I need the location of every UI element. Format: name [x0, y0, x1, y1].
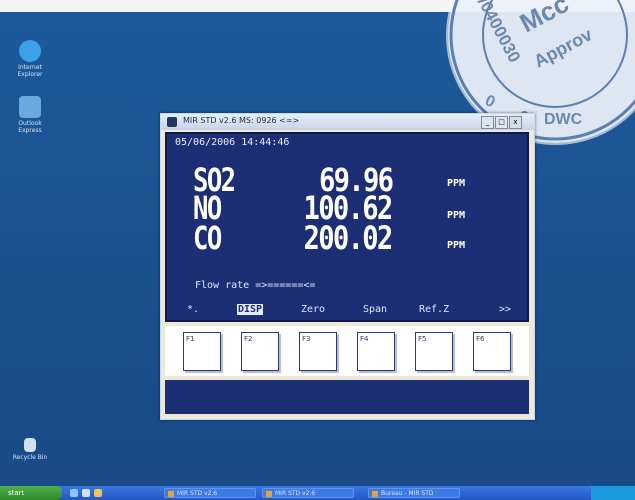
system-tray [591, 486, 635, 500]
taskbar-button-1[interactable]: MIR STD v2.6 [164, 488, 256, 498]
lcd-menu: *. DISP Zero Span Ref.Z >> [187, 304, 517, 318]
status-panel [165, 380, 529, 414]
function-key-bar: F1 F2 F3 F4 F5 F6 [165, 326, 529, 376]
desktop-icon-label: Outlook Express [18, 120, 42, 134]
quicklaunch-ie-icon[interactable] [70, 489, 78, 497]
menu-item-more[interactable]: >> [499, 304, 511, 315]
function-key-label: F4 [360, 335, 369, 343]
internet-explorer-icon [19, 40, 41, 62]
gas-value-co: 200.02 [303, 219, 394, 257]
gas-unit-so2: PPM [447, 178, 466, 189]
menu-item-refz[interactable]: Ref.Z [419, 304, 449, 315]
svg-text:0: 0 [482, 92, 497, 111]
menu-item-star[interactable]: *. [187, 304, 199, 315]
function-key-f4[interactable]: F4 [357, 332, 395, 371]
gas-name-no: NO [193, 189, 222, 227]
function-key-label: F2 [244, 335, 253, 343]
desktop-screen: Internet Explorer Outlook Express Recycl… [0, 0, 635, 500]
taskbar-button-2[interactable]: MIR STD v2.6 [262, 488, 354, 498]
svg-text:Mcc: Mcc [515, 0, 574, 38]
datetime-readout: 05/06/2006 14:44:46 [175, 137, 290, 148]
start-button[interactable]: start [0, 486, 62, 500]
taskbar-button-3[interactable]: Bureau - MIR STD [368, 488, 460, 498]
desktop-icon-outlook[interactable]: Outlook Express [8, 96, 52, 134]
flow-rate-indicator: Flow rate =>======<= [195, 280, 316, 291]
function-key-label: F3 [302, 335, 311, 343]
function-key-label: F6 [476, 335, 485, 343]
taskbar: start MIR STD v2.6 MIR STD v2.6 Bureau -… [0, 486, 635, 500]
menu-item-disp[interactable]: DISP [237, 304, 264, 315]
analyzer-window: MIR STD v2.6 MS: 0926 <=> _ □ x 05/06/20… [160, 113, 535, 420]
window-title: MIR STD v2.6 MS: 0926 <=> [183, 116, 300, 125]
function-key-f3[interactable]: F3 [299, 332, 337, 371]
window-titlebar[interactable]: MIR STD v2.6 MS: 0926 <=> _ □ x [161, 114, 534, 130]
function-key-label: F1 [186, 335, 195, 343]
maximize-button[interactable]: □ [495, 116, 508, 129]
gas-value-no: 100.62 [303, 189, 394, 227]
outlook-icon [19, 96, 41, 118]
app-icon [167, 117, 177, 127]
function-key-f2[interactable]: F2 [241, 332, 279, 371]
svg-text:DWC: DWC [544, 111, 583, 128]
menu-item-zero[interactable]: Zero [301, 304, 325, 315]
menu-item-span[interactable]: Span [363, 304, 387, 315]
desktop-icon-label: Internet Explorer [17, 64, 43, 78]
minimize-button[interactable]: _ [481, 116, 494, 129]
desktop-icon-label: Recycle Bin [12, 454, 48, 461]
desktop-icon-recycle-bin[interactable]: Recycle Bin [8, 438, 52, 461]
desktop-icon-ie[interactable]: Internet Explorer [8, 40, 52, 78]
function-key-f6[interactable]: F6 [473, 332, 511, 371]
gas-unit-co: PPM [447, 240, 466, 251]
function-key-f1[interactable]: F1 [183, 332, 221, 371]
close-button[interactable]: x [509, 116, 522, 129]
function-key-label: F5 [418, 335, 427, 343]
function-key-f5[interactable]: F5 [415, 332, 453, 371]
gas-name-co: CO [193, 219, 222, 257]
svg-text:0/0400030: 0/0400030 [470, 0, 525, 66]
quicklaunch-media-icon[interactable] [94, 489, 102, 497]
lcd-display: 05/06/2006 14:44:46 SO2 69.96 PPM NO 100… [165, 132, 529, 322]
recycle-bin-icon [24, 438, 36, 452]
quicklaunch-desktop-icon[interactable] [82, 489, 90, 497]
gas-unit-no: PPM [447, 210, 466, 221]
